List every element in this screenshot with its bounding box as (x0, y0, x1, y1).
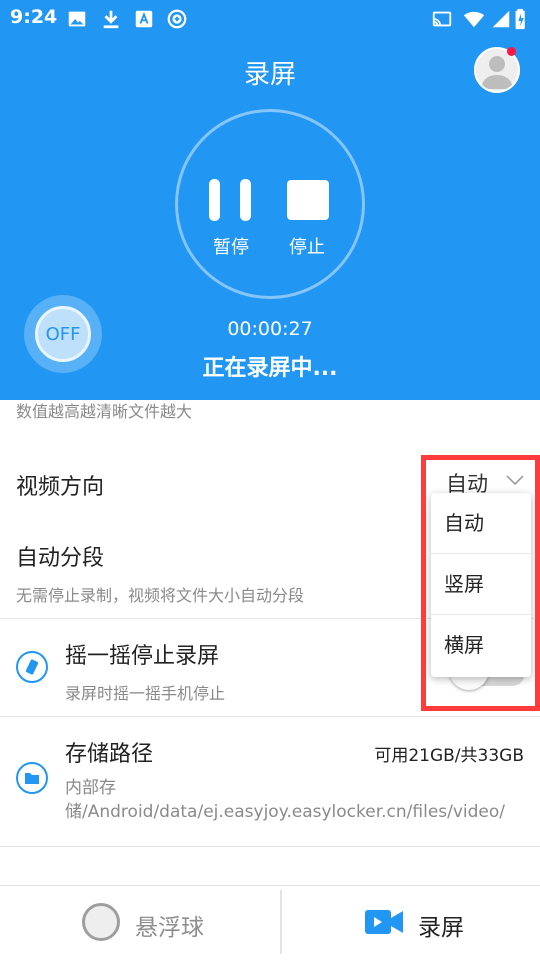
pause-button[interactable] (209, 179, 251, 221)
folder-icon (16, 762, 48, 794)
shake-stop-hint: 录屏时摇一摇手机停止 (65, 684, 226, 703)
float-ball-icon[interactable] (82, 903, 120, 941)
stop-button[interactable] (287, 180, 329, 220)
orientation-title[interactable]: 视频方向 (16, 469, 104, 501)
tab-record[interactable]: 录屏 (418, 908, 464, 942)
divider (0, 716, 540, 717)
floating-off-toggle[interactable]: OFF (35, 306, 91, 362)
storage-free-space: 可用21GB/共33GB (374, 746, 524, 766)
cast-icon (431, 8, 453, 30)
status-bar: 9:24 (0, 0, 540, 38)
pause-icon (209, 179, 220, 221)
quality-hint: 数值越高越清晰文件越大 (16, 402, 193, 421)
video-camera-icon[interactable] (364, 906, 404, 938)
signal-icon (490, 8, 512, 30)
status-time: 9:24 (10, 6, 58, 28)
divider (0, 846, 540, 847)
highlight-box (421, 455, 540, 711)
storage-path: 内部存储/Android/data/ej.easyjoy.easylocker.… (65, 778, 506, 822)
wifi-icon (463, 8, 485, 30)
battery-charging-icon (514, 8, 530, 30)
storage-title[interactable]: 存储路径 (65, 736, 153, 768)
recording-control-ring (175, 109, 365, 299)
shake-stop-title[interactable]: 摇一摇停止录屏 (65, 638, 219, 670)
a-badge-icon (133, 8, 155, 30)
page-title: 录屏 (243, 60, 296, 90)
auto-segment-hint: 无需停止录制，视频将文件大小自动分段 (16, 586, 305, 605)
notification-dot (507, 47, 516, 56)
shake-icon (16, 651, 48, 683)
divider (280, 890, 282, 954)
pause-label[interactable]: 暂停 (201, 233, 261, 259)
tab-float-ball[interactable]: 悬浮球 (135, 908, 204, 942)
recorder-header: 9:24 录屏 暂停 停止 00:00:27 正在录屏中... OFF (0, 0, 540, 400)
pause-icon-bar (240, 179, 251, 221)
auto-segment-title[interactable]: 自动分段 (16, 540, 104, 572)
circle-plus-icon (166, 8, 188, 30)
stop-label[interactable]: 停止 (277, 233, 337, 259)
download-icon (100, 8, 122, 30)
image-icon (66, 8, 88, 30)
